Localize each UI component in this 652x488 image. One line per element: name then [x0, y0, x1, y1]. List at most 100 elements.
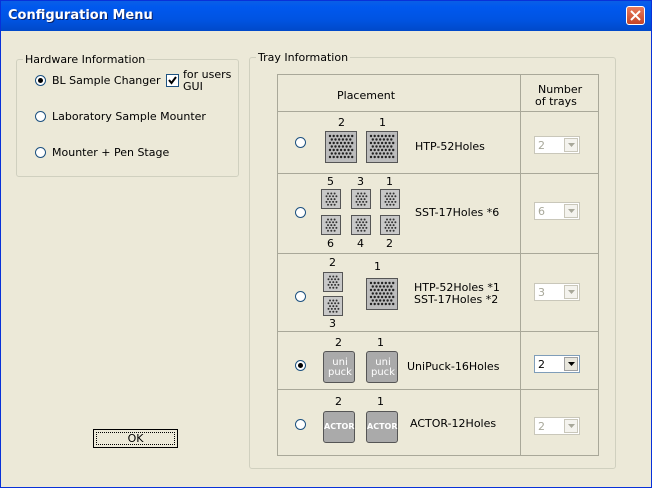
hole	[334, 145, 337, 148]
hole	[328, 200, 331, 203]
hole	[335, 305, 338, 308]
hole	[390, 285, 393, 288]
hole	[390, 292, 393, 295]
dropdown-arrow[interactable]	[564, 138, 578, 152]
title-bar[interactable]: Configuration Menu	[1, 1, 651, 31]
for-users-gui-checkbox[interactable]	[166, 74, 179, 87]
hole	[377, 302, 380, 306]
radio-htp-52[interactable]	[295, 137, 306, 148]
position-number: 4	[357, 237, 364, 250]
position-number: 2	[329, 256, 336, 269]
hole	[333, 224, 336, 227]
position-number: 1	[379, 116, 386, 129]
hole	[330, 192, 333, 195]
hardware-information-legend: Hardware Information	[25, 53, 146, 66]
hole	[343, 148, 346, 152]
row-divider	[278, 253, 598, 254]
hole	[392, 295, 395, 299]
hole	[325, 221, 328, 224]
hole	[337, 283, 340, 286]
hole	[380, 288, 384, 292]
hole	[375, 145, 378, 148]
hole	[332, 226, 335, 229]
radio-sst-17-x6[interactable]	[295, 207, 306, 218]
tray-table: Placement Number of trays 2 1 HTP-52Hole…	[277, 74, 599, 456]
hole	[358, 221, 361, 224]
hole	[394, 195, 397, 198]
hole	[357, 229, 359, 232]
hole	[392, 302, 395, 306]
hole	[389, 218, 392, 221]
count-select-htp-sst-combo[interactable]: 3	[534, 283, 580, 301]
hole	[384, 195, 387, 198]
hole	[336, 141, 339, 145]
dropdown-arrow[interactable]	[564, 357, 578, 371]
hole	[389, 224, 392, 227]
count-select-htp-52[interactable]: 2	[534, 136, 580, 154]
checkmark-icon	[168, 76, 177, 85]
hole	[377, 134, 380, 138]
radio-htp-sst-combo[interactable]	[295, 291, 306, 302]
radio-unipuck[interactable]	[295, 360, 306, 371]
row-divider	[278, 111, 598, 112]
hole	[335, 281, 338, 284]
radio-actor[interactable]	[295, 419, 306, 430]
hole	[392, 224, 395, 227]
hole	[384, 302, 387, 306]
hole	[373, 295, 376, 299]
hole	[332, 195, 335, 198]
chevron-down-icon	[568, 290, 575, 294]
hole	[365, 200, 368, 203]
close-button[interactable]	[626, 6, 645, 25]
holes-pattern	[325, 192, 338, 206]
hole	[357, 203, 359, 206]
hole	[384, 200, 387, 203]
hole	[389, 192, 392, 195]
hole	[369, 288, 373, 292]
position-number: 2	[386, 237, 393, 250]
count-select-actor[interactable]: 2	[534, 417, 580, 435]
hole	[332, 286, 335, 289]
hole	[382, 138, 386, 141]
hole	[332, 200, 335, 203]
hole	[332, 310, 335, 313]
radio-laboratory-sample-mounter[interactable]	[35, 111, 46, 122]
count-select-sst-17-x6[interactable]: 6	[534, 202, 580, 220]
hole	[351, 155, 354, 159]
actor-icon-text: ACTOR	[324, 422, 355, 431]
hole	[358, 226, 361, 229]
row-label-actor: ACTOR-12Holes	[410, 417, 497, 430]
row-label-sst-17-x6: SST-17Holes *6	[415, 206, 500, 219]
hole	[391, 226, 394, 229]
hole	[360, 224, 363, 227]
holes-pattern	[355, 218, 368, 232]
hole	[375, 285, 378, 288]
radio-bl-sample-changer[interactable]	[35, 75, 46, 86]
chevron-down-icon	[568, 424, 575, 428]
radio-mounter-pen-stage[interactable]	[35, 147, 46, 158]
hole	[392, 288, 395, 292]
hole	[369, 155, 373, 159]
dropdown-arrow[interactable]	[564, 419, 578, 433]
hole	[335, 200, 338, 203]
hole	[362, 195, 365, 198]
holes-pattern	[369, 134, 395, 159]
hole	[358, 195, 361, 198]
row-divider	[278, 331, 598, 332]
hole	[333, 229, 336, 232]
hole	[332, 305, 335, 308]
ok-button[interactable]: OK	[93, 429, 178, 448]
hole	[336, 148, 339, 152]
hole	[355, 221, 358, 224]
dropdown-arrow[interactable]	[564, 204, 578, 218]
count-value: 6	[538, 205, 545, 218]
dropdown-arrow[interactable]	[564, 285, 578, 299]
count-select-unipuck[interactable]: 2	[534, 355, 580, 373]
hole	[369, 281, 373, 285]
hole	[341, 138, 345, 141]
hole	[355, 226, 358, 229]
hole	[369, 134, 373, 138]
hole	[330, 203, 333, 206]
hole	[325, 195, 328, 198]
hole	[349, 145, 352, 148]
